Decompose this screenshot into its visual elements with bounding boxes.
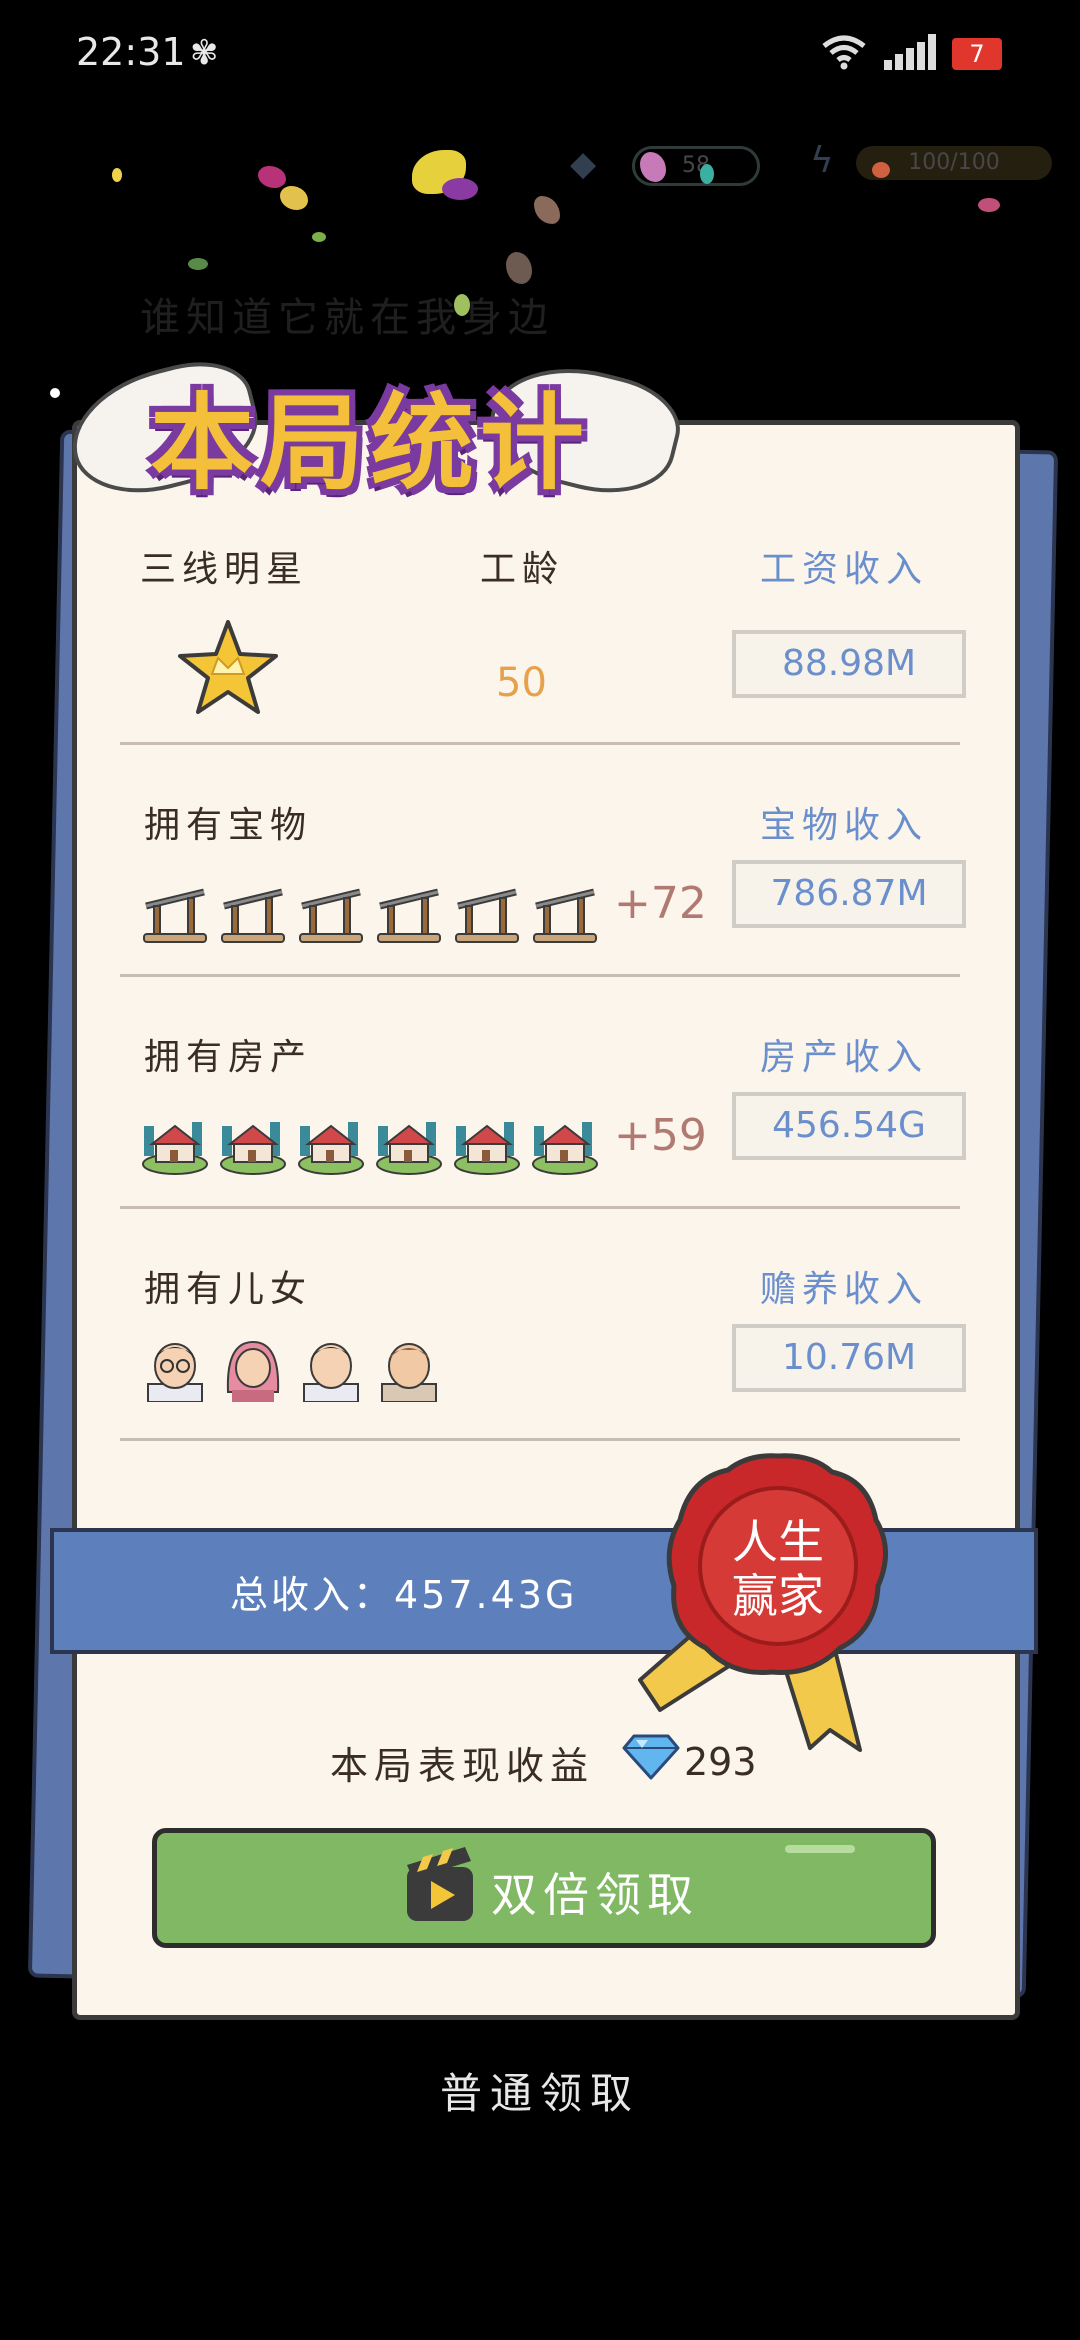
ancient-gate-icon [533,888,597,943]
house-island-icon [532,1122,598,1175]
child-avatar-pink-girl [226,1340,280,1402]
support-income-label: 赡养收入 [760,1269,929,1310]
house-island-icon [220,1122,286,1175]
property-row: 拥有房产 +59 房产收入 456.54G [120,1028,966,1188]
ancient-gate-icon [143,888,207,943]
signal-icon [884,34,936,70]
ancient-gate-icon [299,888,363,943]
divider [120,742,960,745]
title-banner: 本局统计 [58,348,690,509]
house-island-icon [454,1122,520,1175]
children-label: 拥有儿女 [144,1269,313,1310]
video-ad-icon [407,1847,473,1921]
diamond-icon [622,1734,680,1780]
button-highlight [785,1845,855,1853]
double-claim-button[interactable]: 双倍领取 [152,1828,936,1948]
ancient-gate-icon [455,888,519,943]
child-avatar-brown-boy [381,1343,437,1402]
salary-label: 工资收入 [760,549,929,590]
total-income: 总收入：457.43G [230,1573,578,1617]
divider [120,1206,960,1209]
background-text: 谁知道它就在我身边 [140,295,554,341]
salary-value: 88.98M [732,630,966,698]
status-time: 22:31 [76,30,186,74]
normal-claim-button[interactable]: 普通领取 [0,2060,1080,2121]
seal-line-2: 赢家 [732,1569,824,1623]
rank-label: 三线明星 [140,549,309,590]
crown-star-icon [178,620,278,714]
treasure-row: 拥有宝物 +72 宝物收入 786.87M [120,796,966,956]
treasure-income-value: 786.87M [732,860,966,928]
battery-icon: 7 [952,38,1002,70]
divider [120,1438,960,1441]
house-island-icon [376,1122,442,1175]
status-bar: 22:31 ✾ 7 [0,0,1080,110]
property-extra: +59 [614,1110,707,1161]
performance-label: 本局表现收益 [330,1744,595,1788]
house-island-icon [142,1122,208,1175]
gem-icon: ◆ [570,144,597,184]
performance-value: 293 [684,1740,757,1784]
treasure-income-label: 宝物收入 [760,805,929,846]
background-hud: ◆ 58 ϟ 100/100 [0,130,1080,190]
treasure-label: 拥有宝物 [144,805,313,846]
winner-seal-icon: 人生 赢家 [666,1453,889,1675]
rank-row: 三线明星 工龄 50 工资收入 88.98M [120,540,966,740]
page-title: 本局统计 [149,381,590,504]
child-avatar-glasses-boy [147,1343,203,1402]
ancient-gate-icon [377,888,441,943]
work-age-label: 工龄 [480,549,565,590]
wifi-icon [822,35,866,70]
ancient-gate-icon [221,888,285,943]
work-age-value: 50 [496,660,547,706]
divider [120,974,960,977]
notification-icon: ✾ [190,33,219,73]
property-label: 拥有房产 [144,1037,313,1078]
seal-line-1: 人生 [732,1515,824,1569]
property-income-value: 456.54G [732,1092,966,1160]
energy-icon: ϟ [810,140,834,181]
child-avatar-boy [303,1343,359,1402]
house-island-icon [298,1122,364,1175]
support-income-value: 10.76M [732,1324,966,1392]
property-income-label: 房产收入 [760,1037,929,1078]
children-row: 拥有儿女 赡养收入 10.76M [120,1260,966,1420]
treasure-extra: +72 [614,878,707,929]
double-claim-label: 双倍领取 [491,1868,699,1922]
